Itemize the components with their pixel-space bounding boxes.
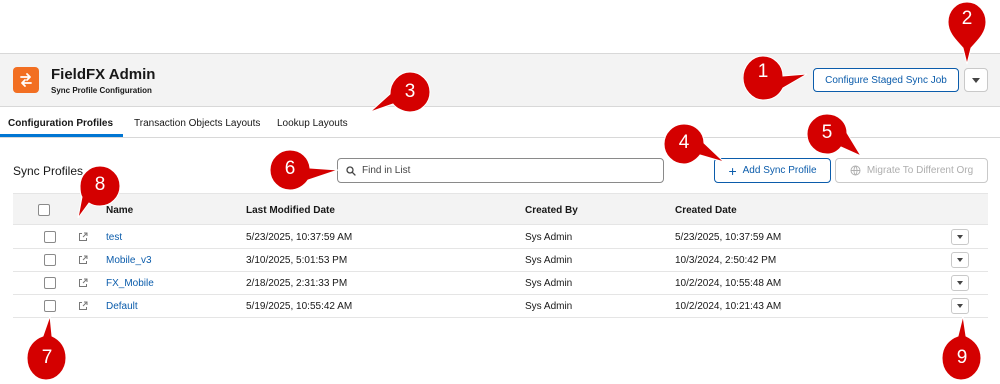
tab-configuration-profiles[interactable]: Configuration Profiles [8,118,113,129]
tab-transaction-objects-layouts[interactable]: Transaction Objects Layouts [134,118,260,129]
external-link-icon[interactable] [78,255,88,265]
callout-marker-9: 9 [941,314,982,381]
active-tab-indicator [0,134,123,137]
column-header-last-modified-date[interactable]: Last Modified Date [246,205,335,216]
column-header-created-by[interactable]: Created By [525,205,578,216]
external-link-icon[interactable] [78,301,88,311]
search-input[interactable] [362,162,652,179]
select-all-checkbox[interactable] [38,204,50,216]
chevron-down-icon [957,281,963,285]
app-subtitle: Sync Profile Configuration [51,86,152,95]
callout-marker-4: 4 [662,122,725,174]
external-link-icon[interactable] [78,232,88,242]
chevron-down-icon [957,235,963,239]
app-title: FieldFX Admin [51,66,156,83]
callout-marker-6: 6 [268,148,339,200]
callout-marker-5: 5 [805,112,863,164]
table-row: test 5/23/2025, 10:37:59 AM Sys Admin 5/… [13,226,988,249]
profile-name-link[interactable]: Default [106,301,138,312]
last-modified-date: 3/10/2025, 5:01:53 PM [246,255,348,266]
callout-marker-3: 3 [370,70,431,122]
configure-staged-sync-job-button[interactable]: Configure Staged Sync Job [813,68,959,92]
created-date: 10/2/2024, 10:21:43 AM [675,301,782,312]
sync-arrows-icon [13,67,39,93]
created-by: Sys Admin [525,301,573,312]
row-checkbox[interactable] [44,231,56,243]
tab-lookup-layouts[interactable]: Lookup Layouts [277,118,348,129]
table-row: Mobile_v3 3/10/2025, 5:01:53 PM Sys Admi… [13,249,988,272]
row-checkbox[interactable] [44,254,56,266]
created-date: 10/3/2024, 2:50:42 PM [675,255,777,266]
created-by: Sys Admin [525,278,573,289]
app-header: FieldFX Admin Sync Profile Configuration… [0,53,1000,107]
chevron-down-icon [957,258,963,262]
add-sync-profile-label: Add Sync Profile [742,165,817,176]
last-modified-date: 2/18/2025, 2:31:33 PM [246,278,348,289]
row-actions-button[interactable] [951,229,969,245]
profile-name-link[interactable]: FX_Mobile [106,278,154,289]
created-date: 5/23/2025, 10:37:59 AM [675,232,782,243]
created-by: Sys Admin [525,255,573,266]
profile-name-link[interactable]: test [106,232,122,243]
callout-marker-1: 1 [743,52,808,104]
external-link-icon[interactable] [78,278,88,288]
callout-marker-8: 8 [70,164,121,219]
globe-icon [850,165,861,176]
table-row: FX_Mobile 2/18/2025, 2:31:33 PM Sys Admi… [13,272,988,295]
row-checkbox[interactable] [44,300,56,312]
row-actions-button[interactable] [951,298,969,314]
column-header-created-date[interactable]: Created Date [675,205,737,216]
table-header: Name Last Modified Date Created By Creat… [13,193,988,225]
profile-name-link[interactable]: Mobile_v3 [106,255,152,266]
created-by: Sys Admin [525,232,573,243]
migrate-to-different-org-button[interactable]: Migrate To Different Org [835,158,988,183]
row-actions-button[interactable] [951,275,969,291]
callout-marker-7: 7 [26,314,67,381]
plus-icon: + [728,162,737,179]
header-menu-button[interactable] [964,68,988,92]
chevron-down-icon [972,77,980,83]
search-icon [346,166,356,176]
search-box[interactable] [337,158,664,183]
last-modified-date: 5/19/2025, 10:55:42 AM [246,301,353,312]
callout-marker-2: 2 [947,0,987,65]
migrate-label: Migrate To Different Org [866,165,974,176]
created-date: 10/2/2024, 10:55:48 AM [675,278,782,289]
chevron-down-icon [957,304,963,308]
last-modified-date: 5/23/2025, 10:37:59 AM [246,232,353,243]
row-checkbox[interactable] [44,277,56,289]
table-row: Default 5/19/2025, 10:55:42 AM Sys Admin… [13,295,988,318]
row-actions-button[interactable] [951,252,969,268]
